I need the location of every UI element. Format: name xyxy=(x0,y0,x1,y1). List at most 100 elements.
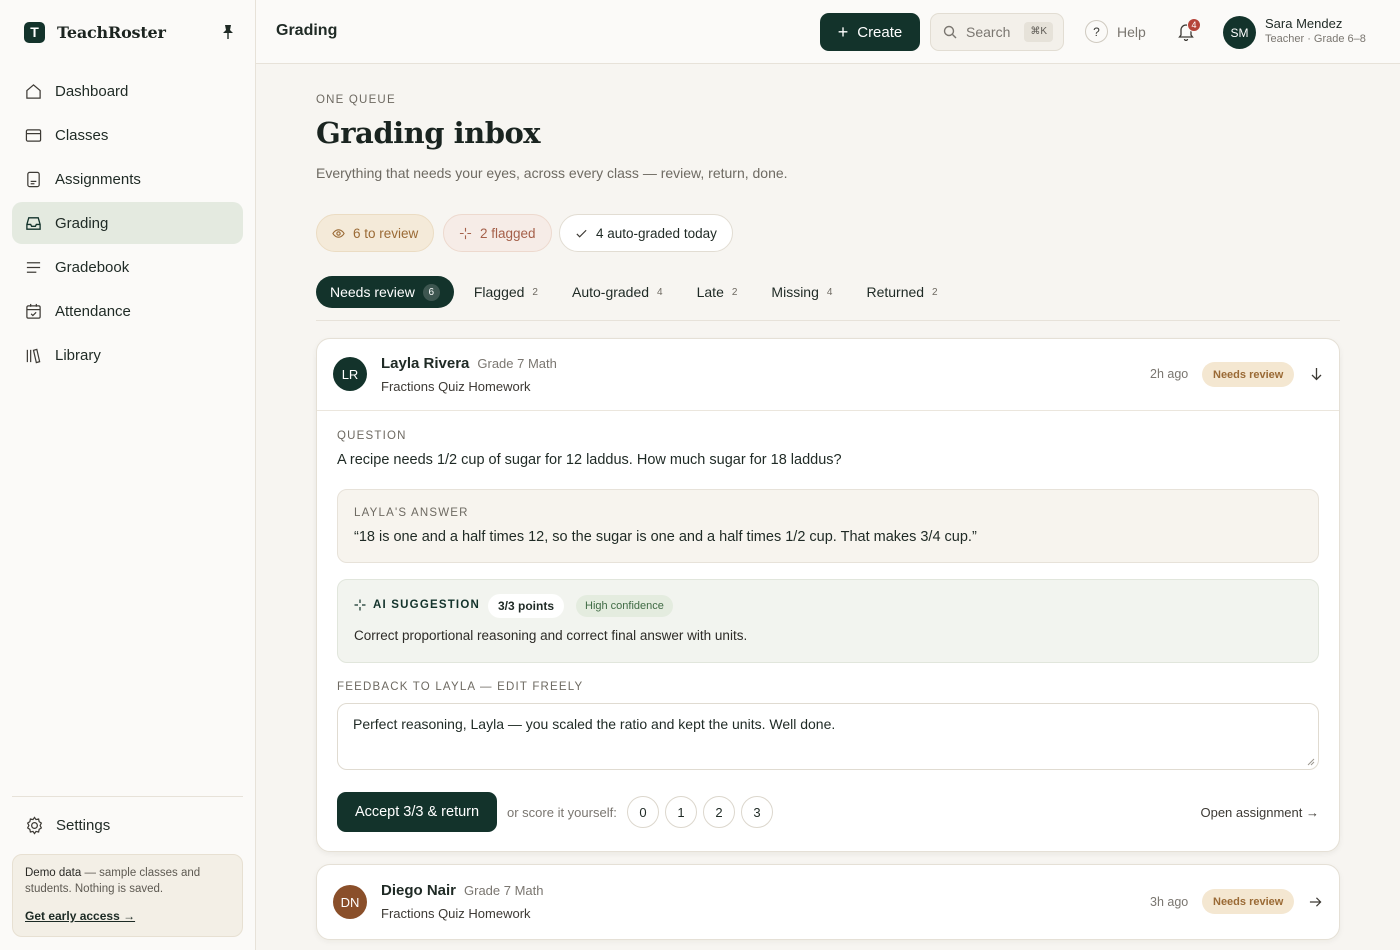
assignments-icon xyxy=(27,171,40,187)
student-avatar: DN xyxy=(333,885,367,919)
settings-label: Settings xyxy=(56,816,111,834)
sidebar-divider xyxy=(12,796,243,797)
submission-header[interactable]: LR Layla Rivera Grade 7 Math Fractions Qu… xyxy=(317,339,1339,411)
brand[interactable]: T TeachRoster xyxy=(24,20,166,44)
status-badge: Needs review xyxy=(1202,889,1295,914)
ai-suggestion-label-row: AI SUGGESTION xyxy=(354,599,480,611)
classes-icon xyxy=(25,128,42,142)
avatar[interactable]: SM xyxy=(1223,16,1256,49)
tab-flagged[interactable]: Flagged 2 xyxy=(460,276,552,308)
top-bar: Grading + Create Search ⌘K ? Help 4 SM S… xyxy=(256,0,1400,64)
sidebar-item-grading[interactable]: Grading xyxy=(12,202,243,244)
sidebar-item-label: Classes xyxy=(55,126,109,144)
sidebar-item-assignments[interactable]: Assignments xyxy=(12,158,243,200)
summary-flagged-pill[interactable]: 2 flagged xyxy=(443,214,552,252)
score-prompt: or score it yourself: xyxy=(507,805,617,820)
tab-count: 6 xyxy=(422,283,440,301)
filter-tabs: Needs review 6 Flagged 2 Auto-graded 4 Late… xyxy=(316,276,958,308)
feedback-textarea[interactable]: Perfect reasoning, Layla — you scaled th… xyxy=(337,703,1319,770)
tab-count: 4 xyxy=(826,286,833,298)
pin-icon[interactable] xyxy=(221,24,235,40)
notification-badge: 4 xyxy=(1187,18,1201,32)
submission-card-collapsed[interactable]: DN Diego Nair Grade 7 Math Fractions Quiz… xyxy=(316,864,1340,940)
student-answer: LAYLA'S ANSWER “18 is one and a half tim… xyxy=(337,489,1319,563)
assignment-name: Fractions Quiz Homework xyxy=(381,906,531,921)
plus-icon: + xyxy=(837,22,849,42)
sparkle-icon xyxy=(459,227,472,239)
summary-flagged-label: 2 flagged xyxy=(480,225,536,241)
user-name: Sara Mendez xyxy=(1265,16,1343,31)
student-name-row: Diego Nair Grade 7 Math xyxy=(381,882,544,899)
sidebar-item-attendance[interactable]: Attendance xyxy=(12,290,243,332)
brand-logo: T xyxy=(24,21,45,43)
list-icon xyxy=(26,261,41,273)
ai-suggestion: AI SUGGESTION 3/3 points High confidence… xyxy=(337,579,1319,663)
gear-icon xyxy=(26,815,43,835)
status-badge: Needs review xyxy=(1202,362,1295,387)
tabs-divider xyxy=(316,320,1340,321)
tab-count: 2 xyxy=(532,286,538,298)
sidebar-item-label: Grading xyxy=(55,214,109,232)
resize-handle-icon[interactable] xyxy=(1307,758,1315,766)
check-icon xyxy=(576,229,587,238)
eyebrow: ONE QUEUE xyxy=(316,94,396,106)
tab-late[interactable]: Late 2 xyxy=(683,276,752,308)
page-header-title: Grading xyxy=(276,22,338,39)
tab-count: 2 xyxy=(731,286,738,298)
tab-missing[interactable]: Missing 4 xyxy=(757,276,846,308)
summary-review-label: 6 to review xyxy=(353,225,419,241)
sidebar-item-dashboard[interactable]: Dashboard xyxy=(12,70,243,112)
search-placeholder: Search xyxy=(966,24,1011,40)
calendar-icon xyxy=(26,303,41,319)
page-title: Grading inbox xyxy=(316,116,541,150)
student-name-row: Layla Rivera Grade 7 Math xyxy=(381,355,557,372)
score-button-3[interactable]: 3 xyxy=(741,796,773,828)
sidebar-item-label: Library xyxy=(55,346,101,364)
tab-needs-review[interactable]: Needs review 6 xyxy=(316,276,454,308)
sidebar-item-label: Attendance xyxy=(55,302,131,320)
score-button-2[interactable]: 2 xyxy=(703,796,735,828)
feedback-text: Perfect reasoning, Layla — you scaled th… xyxy=(353,716,836,732)
home-icon xyxy=(26,83,41,99)
tab-label: Flagged xyxy=(473,284,525,300)
ai-suggestion-text: Correct proportional reasoning and corre… xyxy=(354,628,748,643)
search-icon xyxy=(943,25,957,39)
question-label: QUESTION xyxy=(337,430,407,442)
answer-label: LAYLA'S ANSWER xyxy=(354,507,469,519)
inbox-icon xyxy=(26,216,41,230)
assignment-name: Fractions Quiz Homework xyxy=(381,379,531,394)
student-name: Diego Nair xyxy=(381,882,457,899)
tab-returned[interactable]: Returned 2 xyxy=(852,276,951,308)
sidebar-item-settings[interactable]: Settings xyxy=(12,804,243,846)
summary-review-pill[interactable]: 6 to review xyxy=(316,214,435,252)
answer-text: “18 is one and a half times 12, so the s… xyxy=(354,529,977,545)
sidebar-item-classes[interactable]: Classes xyxy=(12,114,243,156)
help-label: Help xyxy=(1117,23,1146,40)
sidebar-item-gradebook[interactable]: Gradebook xyxy=(12,246,243,288)
accept-return-button[interactable]: Accept 3/3 & return xyxy=(337,792,497,832)
early-access-link[interactable]: Get early access → xyxy=(25,908,135,924)
question-text: A recipe needs 1/2 cup of sugar for 12 l… xyxy=(337,452,842,468)
sidebar: T TeachRoster Dashboard Classes Assignme… xyxy=(0,0,256,950)
open-assignment-link[interactable]: Open assignment → xyxy=(1200,805,1319,820)
score-button-1[interactable]: 1 xyxy=(665,796,697,828)
user-role: Teacher · Grade 6–8 xyxy=(1265,33,1366,45)
sidebar-item-library[interactable]: Library xyxy=(12,334,243,376)
student-name: Layla Rivera xyxy=(381,355,470,372)
ai-suggestion-label: AI SUGGESTION xyxy=(373,599,480,611)
submission-card: LR Layla Rivera Grade 7 Math Fractions Qu… xyxy=(316,338,1340,852)
brand-name: TeachRoster xyxy=(57,22,166,42)
tab-auto-graded[interactable]: Auto-graded 4 xyxy=(558,276,677,308)
library-icon xyxy=(26,348,41,363)
arrow-down-icon[interactable] xyxy=(1310,367,1323,381)
page-subtitle: Everything that needs your eyes, across … xyxy=(316,165,788,181)
create-button[interactable]: + Create xyxy=(820,13,920,51)
demo-notice-title: Demo data xyxy=(25,867,82,879)
summary-auto-pill[interactable]: 4 auto-graded today xyxy=(559,214,733,252)
arrow-right-icon[interactable] xyxy=(1309,895,1322,909)
create-button-label: Create xyxy=(857,23,903,41)
score-button-0[interactable]: 0 xyxy=(627,796,659,828)
help-button[interactable]: ? Help xyxy=(1085,20,1146,43)
student-avatar: LR xyxy=(333,357,367,391)
search-input[interactable]: Search ⌘K xyxy=(930,13,1064,51)
